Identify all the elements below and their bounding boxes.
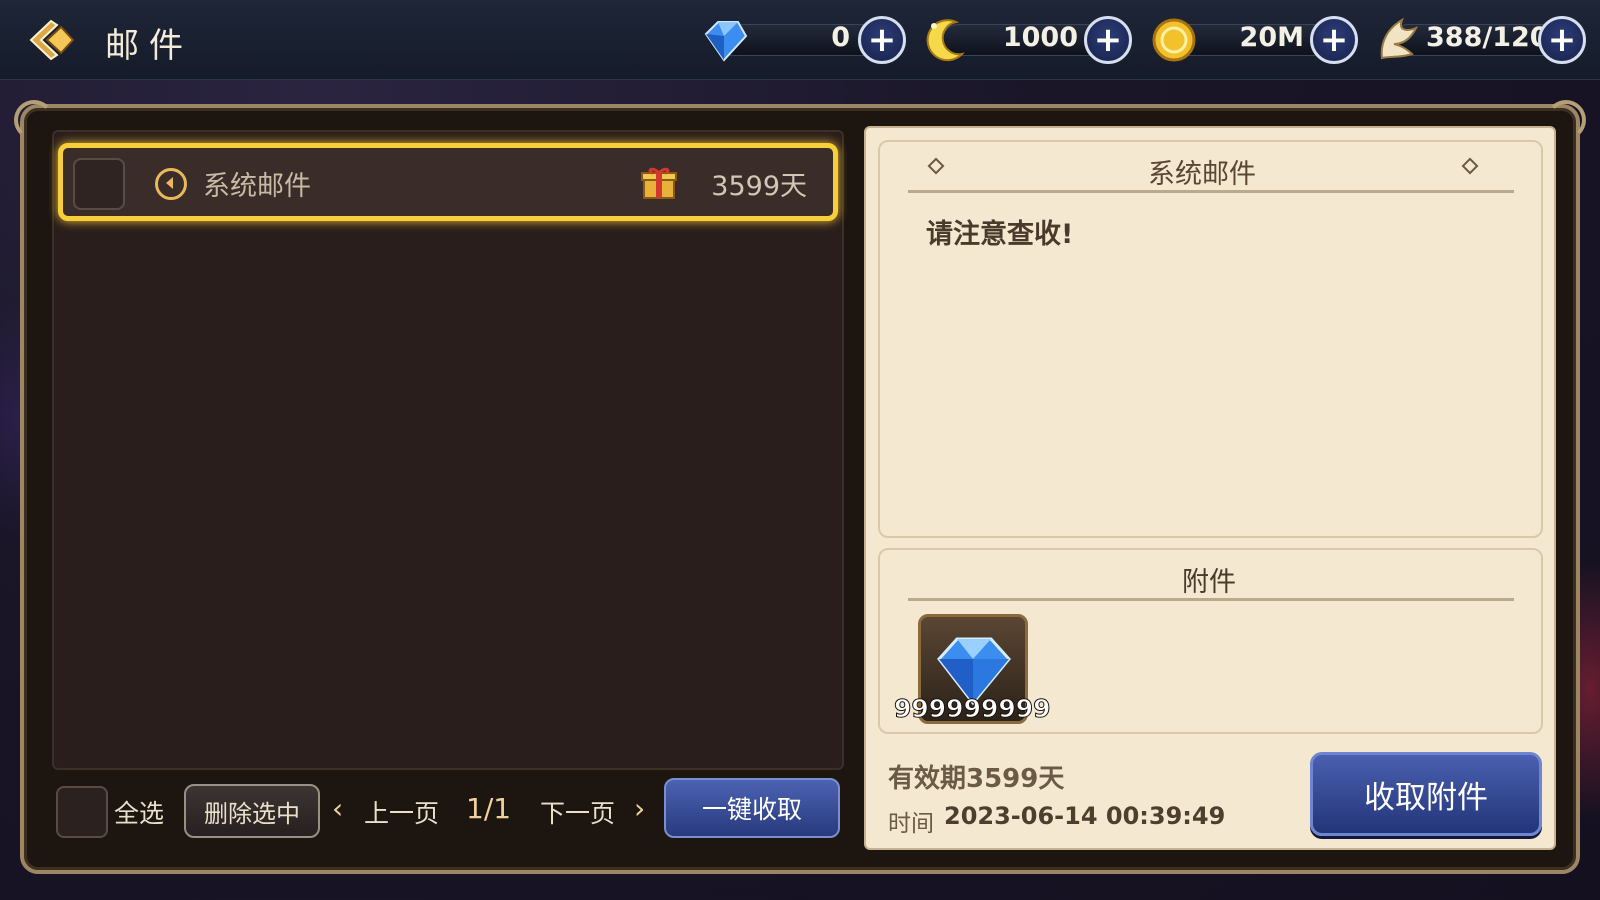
message-divider [908, 190, 1514, 193]
add-stamina-button[interactable]: + [1538, 16, 1586, 64]
mail-item-checkbox[interactable] [73, 158, 125, 210]
attachment-header: 附件 [1182, 567, 1236, 598]
add-gold-button[interactable]: + [1310, 16, 1358, 64]
select-all-checkbox[interactable] [56, 786, 108, 838]
plus-icon: + [1319, 20, 1349, 60]
mail-list-panel [52, 130, 844, 770]
mail-item-title: 系统邮件 [203, 171, 311, 202]
diamond-icon [704, 21, 748, 62]
claim-attachment-button[interactable]: 收取附件 [1310, 752, 1542, 836]
chevron-right-icon[interactable]: › [634, 792, 645, 825]
mail-item-expire: 3599天 [711, 171, 807, 202]
wing-stamina-icon [1380, 17, 1419, 60]
frame-ornament-left [14, 100, 54, 140]
crescent-icon [926, 19, 965, 62]
plus-icon: + [867, 20, 897, 60]
add-diamond-button[interactable]: + [858, 16, 906, 64]
time-label: 时间 [888, 811, 934, 837]
attachment-divider [908, 598, 1514, 601]
resource-diamond: 0 + [698, 14, 908, 66]
collect-all-button[interactable]: 一键收取 [664, 778, 840, 838]
resource-stamina: 388/120 + [1372, 14, 1590, 66]
attachment-count: 999999999 [894, 694, 1052, 724]
gift-icon [641, 167, 677, 199]
gold-coin-icon [1152, 18, 1196, 62]
resource-crescent: 1000 + [922, 14, 1134, 66]
back-button[interactable] [24, 14, 80, 66]
message-box [878, 140, 1543, 538]
add-crescent-button[interactable]: + [1084, 16, 1132, 64]
message-title: 系统邮件 [1148, 159, 1256, 190]
resource-value: 1000 [1002, 22, 1078, 53]
delete-selected-button[interactable]: 删除选中 [184, 784, 320, 838]
resource-value: 0 [831, 22, 850, 53]
next-page-button[interactable]: 下一页 [540, 794, 615, 830]
mail-list-item[interactable]: 系统邮件 3599天 [58, 143, 838, 221]
chevron-left-icon[interactable]: ‹ [332, 792, 343, 825]
time-value: 2023-06-14 00:39:49 [944, 802, 1226, 830]
page-title: 邮件 [105, 26, 193, 66]
resource-gold: 20M + [1148, 14, 1360, 66]
validity-text: 有效期3599天 [888, 764, 1065, 794]
plus-icon: + [1547, 20, 1577, 60]
back-arrow-icon [29, 19, 75, 61]
resource-value: 388/120 [1426, 22, 1549, 53]
page-indicator: 1/1 [466, 792, 512, 825]
message-body: 请注意查收! [926, 219, 1074, 250]
select-all-label: 全选 [114, 799, 165, 828]
speaker-icon [155, 168, 187, 200]
plus-icon: + [1093, 20, 1123, 60]
prev-page-button[interactable]: 上一页 [364, 794, 439, 830]
resource-value: 20M [1239, 22, 1304, 53]
top-bar: 邮件 0 + 1000 + 20M + 388/120 + [0, 0, 1600, 80]
